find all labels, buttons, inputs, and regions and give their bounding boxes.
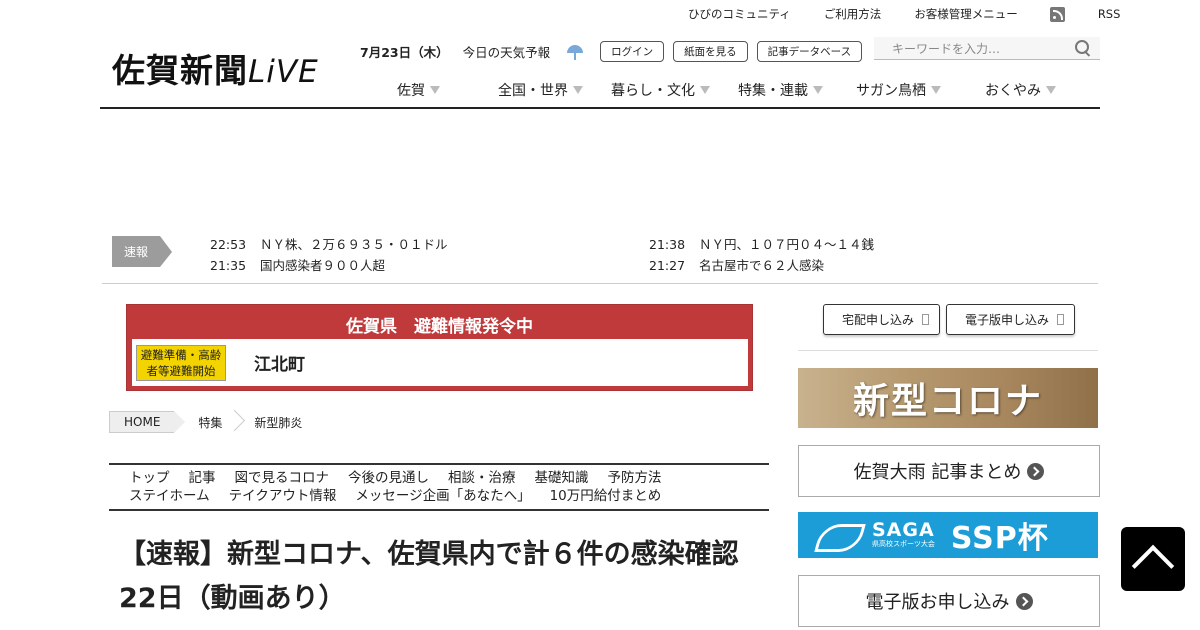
util-link-usage[interactable]: ご利用方法	[824, 6, 882, 22]
news-time: 21:27	[649, 258, 686, 273]
ssp-cup-label: SSP杯	[950, 521, 1049, 556]
main-nav: 佐賀 全国・世界 暮らし・文化 特集・連載 サガン鳥栖 おくやみ	[397, 80, 1056, 100]
nav-item-life-culture[interactable]: 暮らし・文化	[611, 80, 710, 100]
nav-item-features[interactable]: 特集・連載	[738, 80, 823, 100]
news-text: ＮＹ株、２万６９３５・０１ドル	[260, 237, 448, 252]
current-date: 7月23日（木）	[360, 45, 449, 60]
utility-nav: ひびのコミュニティ ご利用方法 お客様管理メニュー RSS	[688, 6, 1153, 22]
digital-order-link[interactable]: 電子版お申し込み	[798, 575, 1100, 627]
dropdown-triangle-icon	[573, 86, 583, 94]
breaking-news-item[interactable]: 21:27 名古屋市で６２人感染	[649, 255, 824, 274]
alert-level-badge: 避難準備・高齢者等避難開始	[136, 344, 226, 381]
ssp-logo-icon	[818, 516, 872, 554]
rss-link[interactable]: RSS	[1049, 6, 1154, 22]
nav-label: サガン鳥栖	[856, 83, 926, 99]
breadcrumb: HOME 特集 新型肺炎	[109, 411, 316, 433]
logo-main: 佐賀新聞	[112, 51, 248, 90]
digital-apply-label: 電子版申し込み	[965, 313, 1050, 327]
external-link-icon	[1057, 314, 1065, 325]
external-link-icon	[922, 314, 930, 325]
breadcrumb-current: 新型肺炎	[254, 415, 303, 430]
news-time: 22:53	[210, 237, 247, 252]
back-to-top-button[interactable]	[1121, 527, 1185, 591]
nav-item-sagan-tosu[interactable]: サガン鳥栖	[856, 80, 941, 100]
dropdown-triangle-icon	[813, 86, 823, 94]
rss-label: RSS	[1097, 7, 1121, 21]
breaking-news-item[interactable]: 21:38 ＮＹ円、１０７円０４～１４銭	[649, 234, 874, 253]
nav-item-obituaries[interactable]: おくやみ	[985, 80, 1056, 100]
alert-body: 避難準備・高齢者等避難開始 江北町	[132, 339, 748, 386]
subnav-basics[interactable]: 基礎知識	[535, 470, 589, 486]
umbrella-icon	[566, 44, 584, 60]
breaking-news-label: 速報	[112, 236, 172, 267]
ssp-text-block: SAGA 県高校スポーツ大会	[872, 521, 935, 549]
subnav-consultation[interactable]: 相談・治療	[448, 470, 516, 486]
rss-icon	[1049, 6, 1065, 22]
subnav-top[interactable]: トップ	[129, 470, 170, 486]
article-database-button[interactable]: 記事データベース	[756, 41, 863, 62]
dropdown-triangle-icon	[430, 86, 440, 94]
search-box[interactable]: キーワードを入力…	[874, 37, 1100, 60]
subscription-buttons: 宅配申し込み 電子版申し込み	[823, 304, 1081, 335]
subnav-prevention[interactable]: 予防方法	[608, 470, 662, 486]
nav-label: 全国・世界	[498, 83, 568, 99]
digital-apply-button[interactable]: 電子版申し込み	[946, 304, 1076, 335]
arrow-right-circle-icon	[1027, 462, 1045, 480]
breadcrumb-home[interactable]: HOME	[109, 411, 186, 433]
topic-subnav: トップ 記事 図で見るコロナ 今後の見通し 相談・治療 基礎知識 予防方法 ステイホーム テイ…	[109, 463, 769, 511]
util-link-account[interactable]: お客様管理メニュー	[914, 6, 1018, 22]
view-paper-button[interactable]: 紙面を見る	[673, 41, 748, 62]
breaking-news-divider	[102, 283, 1098, 284]
dropdown-triangle-icon	[1046, 86, 1056, 94]
breaking-news-item[interactable]: 22:53 ＮＹ株、２万６９３５・０１ドル	[210, 234, 448, 253]
subnav-takeout[interactable]: テイクアウト情報	[229, 488, 337, 504]
news-text: ＮＹ円、１０７円０４～１４銭	[699, 237, 875, 252]
alert-title: 佐賀県 避難情報発令中	[346, 317, 533, 337]
article-headline: 【速報】新型コロナ、佐賀県内で計６件の感染確認 22日（動画あり）	[119, 539, 766, 614]
rain-summary-label: 佐賀大雨 記事まとめ	[853, 462, 1022, 483]
arrow-right-circle-icon	[1015, 592, 1033, 610]
search-input[interactable]: キーワードを入力…	[892, 40, 1000, 57]
header-actions: 7月23日（木） 今日の天気予報 ログイン 紙面を見る 記事データベース	[360, 41, 871, 62]
subnav-outlook[interactable]: 今後の見通し	[348, 470, 429, 486]
nav-label: おくやみ	[985, 83, 1041, 99]
header-divider	[100, 107, 1100, 109]
alert-area: 江北町	[254, 355, 305, 375]
subnav-stay-home[interactable]: ステイホーム	[129, 488, 210, 504]
evacuation-alert[interactable]: 佐賀県 避難情報発令中 避難準備・高齢者等避難開始 江北町	[126, 304, 753, 391]
weather-link[interactable]: 今日の天気予報	[463, 42, 551, 61]
news-text: 名古屋市で６２人感染	[699, 258, 825, 273]
nav-label: 暮らし・文化	[611, 83, 695, 99]
news-text: 国内感染者９００人超	[260, 258, 386, 273]
subnav-benefit[interactable]: 10万円給付まとめ	[550, 488, 662, 504]
news-time: 21:38	[649, 237, 686, 252]
home-delivery-button[interactable]: 宅配申し込み	[823, 304, 941, 335]
nav-item-national-world[interactable]: 全国・世界	[498, 80, 583, 100]
search-icon[interactable]	[1075, 39, 1092, 57]
subnav-charts[interactable]: 図で見るコロナ	[235, 470, 330, 486]
ssp-subtitle: 県高校スポーツ大会	[872, 540, 935, 548]
subnav-messages[interactable]: メッセージ企画「あなたへ」	[355, 488, 530, 504]
dropdown-triangle-icon	[700, 86, 710, 94]
digital-order-label: 電子版お申し込み	[865, 592, 1010, 613]
subnav-articles[interactable]: 記事	[189, 470, 216, 486]
site-logo[interactable]: 佐賀新聞LiVE	[112, 44, 319, 92]
nav-item-saga[interactable]: 佐賀	[397, 80, 440, 100]
news-time: 21:35	[210, 258, 247, 273]
ssp-cup-banner[interactable]: SAGA 県高校スポーツ大会 SSP杯	[798, 512, 1098, 558]
logo-live: LiVE	[248, 54, 319, 90]
corona-banner[interactable]: 新型コロナ	[798, 368, 1098, 428]
util-link-community[interactable]: ひびのコミュニティ	[688, 6, 791, 22]
breaking-news-item[interactable]: 21:35 国内感染者９００人超	[210, 255, 385, 274]
rain-summary-link[interactable]: 佐賀大雨 記事まとめ	[798, 445, 1100, 497]
ssp-saga-label: SAGA	[872, 519, 935, 541]
sidebar-divider	[798, 350, 1098, 351]
nav-label: 佐賀	[397, 83, 425, 99]
nav-label: 特集・連載	[738, 83, 808, 99]
login-button[interactable]: ログイン	[600, 41, 665, 62]
home-delivery-label: 宅配申し込み	[842, 313, 915, 327]
dropdown-triangle-icon	[931, 86, 941, 94]
